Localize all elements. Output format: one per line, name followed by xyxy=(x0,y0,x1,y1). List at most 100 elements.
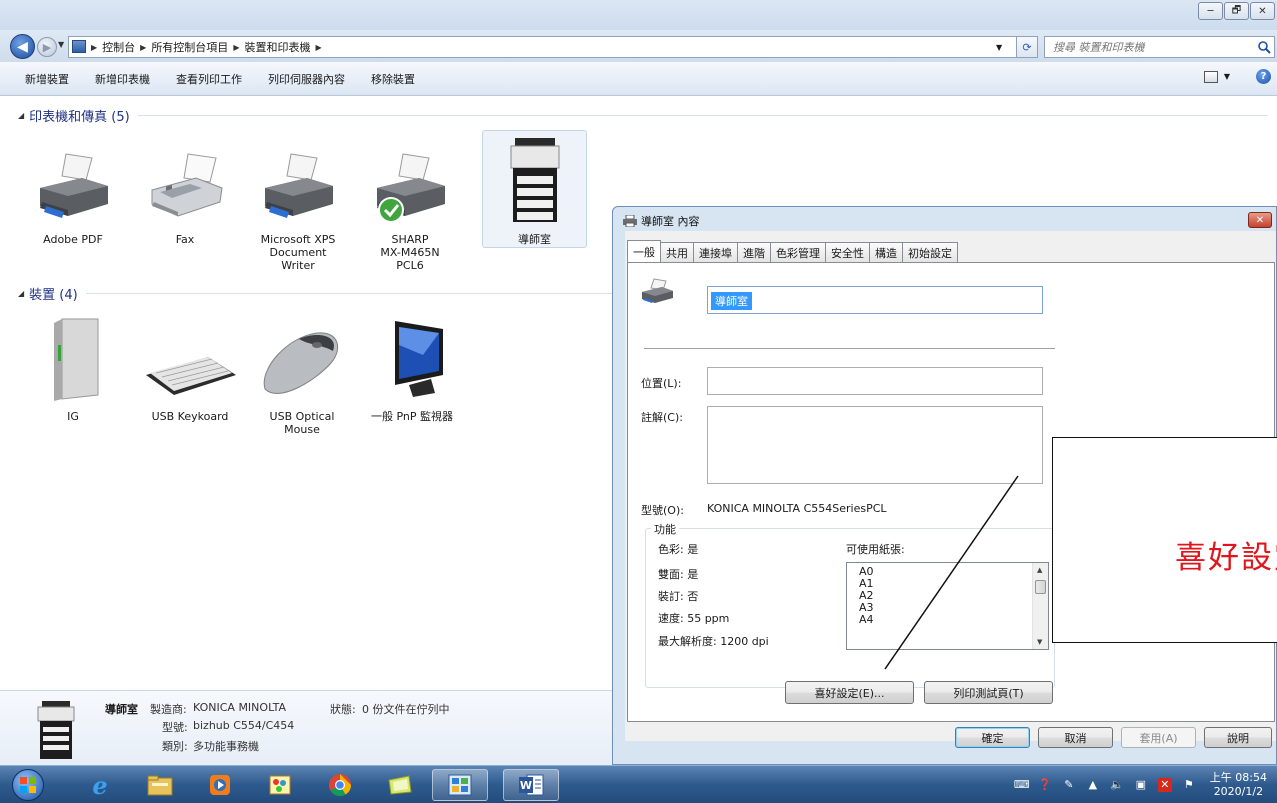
search-icon[interactable] xyxy=(1257,40,1271,54)
network-icon[interactable]: ▣ xyxy=(1134,778,1148,792)
print-server-properties-button[interactable]: 列印伺服器內容 xyxy=(255,71,358,87)
refresh-button[interactable]: ⟳ xyxy=(1016,36,1038,58)
taskbar-file-explorer[interactable] xyxy=(132,769,188,801)
tab-sharing[interactable]: 共用 xyxy=(660,242,694,262)
taskbar-control-panel[interactable] xyxy=(432,769,488,801)
comment-label: 註解(C): xyxy=(641,411,683,424)
apply-button: 套用(A) xyxy=(1121,727,1196,748)
search-input[interactable] xyxy=(1053,40,1243,54)
list-item[interactable]: A1 xyxy=(847,578,1048,590)
breadcrumb-arrow-icon[interactable]: ▶ xyxy=(91,43,97,52)
printer-fax[interactable]: Fax xyxy=(137,152,233,246)
device-label: Writer xyxy=(281,259,315,272)
printer-adobe-pdf[interactable]: Adobe PDF xyxy=(25,152,121,246)
tab-initial-settings[interactable]: 初始設定 xyxy=(902,242,958,262)
volume-icon[interactable]: 🔈 xyxy=(1110,778,1124,792)
help-icon[interactable]: ? xyxy=(1256,69,1271,84)
list-item[interactable]: A4 xyxy=(847,614,1048,626)
action-center-flag-icon[interactable]: ⚑ xyxy=(1182,778,1196,792)
collapse-triangle-icon[interactable]: ◢ xyxy=(18,111,24,120)
printing-preferences-button[interactable]: 喜好設定(E)... xyxy=(785,681,914,704)
minimize-button[interactable]: ─ xyxy=(1198,2,1223,20)
back-button[interactable]: ◀ xyxy=(10,34,35,59)
tab-configuration[interactable]: 構造 xyxy=(869,242,903,262)
taskbar-sticky-folder[interactable] xyxy=(372,769,428,801)
breadcrumb-all-items[interactable]: 所有控制台項目 xyxy=(151,39,228,55)
list-item[interactable]: A0 xyxy=(847,563,1048,578)
dialog-close-button[interactable]: ✕ xyxy=(1248,212,1272,228)
device-ig[interactable]: IG xyxy=(25,315,121,423)
scroll-thumb[interactable] xyxy=(1035,580,1046,594)
printer-name-input[interactable]: 導師室 xyxy=(707,286,1043,314)
breadcrumb-devices-printers[interactable]: 裝置和印表機 xyxy=(244,39,310,55)
address-dropdown[interactable]: ▼ xyxy=(996,43,1002,52)
windows-logo-icon xyxy=(20,777,36,793)
annotation-text: 喜好設定 xyxy=(1175,540,1277,576)
scroll-down-arrow-icon[interactable]: ▼ xyxy=(1037,638,1042,646)
svg-text:W: W xyxy=(520,779,532,792)
device-usb-keyboard[interactable]: USB Keykoard xyxy=(142,315,238,423)
view-dropdown-icon[interactable]: ▼ xyxy=(1224,72,1230,81)
forward-button[interactable]: ▶ xyxy=(37,37,57,57)
breadcrumb-arrow-icon[interactable]: ▶ xyxy=(315,43,321,52)
comment-textarea[interactable] xyxy=(707,406,1043,484)
printer-sharp[interactable]: SHARP MX-M465N PCL6 xyxy=(362,152,458,272)
list-item[interactable]: A3 xyxy=(847,602,1048,614)
breadcrumb-control-panel[interactable]: 控制台 xyxy=(102,39,135,55)
details-manufacturer-label: 製造商: xyxy=(150,703,187,716)
start-button[interactable] xyxy=(12,769,44,801)
taskbar-media-player[interactable] xyxy=(192,769,248,801)
scroll-up-arrow-icon[interactable]: ▲ xyxy=(1037,566,1042,574)
location-input[interactable] xyxy=(707,367,1043,395)
taskbar-internet-explorer[interactable]: e xyxy=(72,769,128,801)
paper-available-label: 可使用紙張: xyxy=(846,543,905,556)
change-view-icon[interactable] xyxy=(1203,70,1218,83)
taskbar-word[interactable]: W xyxy=(503,769,559,801)
paper-size-list[interactable]: A0 A1 A2 A3 A4 ▲ ▼ xyxy=(846,562,1049,650)
print-test-page-button[interactable]: 列印測試頁(T) xyxy=(924,681,1053,704)
feature-resolution: 最大解析度: 1200 dpi xyxy=(658,635,769,648)
clock-time: 上午 08:54 xyxy=(1209,771,1267,784)
window-controls: ─ 🗗 ✕ xyxy=(1198,2,1275,20)
tab-ports[interactable]: 連接埠 xyxy=(693,242,738,262)
add-device-button[interactable]: 新增裝置 xyxy=(12,71,82,87)
recent-pages-dropdown[interactable]: ▼ xyxy=(58,40,64,49)
clock[interactable]: 上午 08:54 2020/1/2 xyxy=(1210,771,1267,799)
device-usb-mouse[interactable]: USB Optical Mouse xyxy=(254,315,350,436)
tab-advanced[interactable]: 進階 xyxy=(737,242,771,262)
printer-mentor-room[interactable]: 導師室 xyxy=(482,130,587,248)
ok-button[interactable]: 確定 xyxy=(955,727,1030,748)
see-print-jobs-button[interactable]: 查看列印工作 xyxy=(163,71,255,87)
restore-button[interactable]: 🗗 xyxy=(1224,2,1249,20)
breadcrumb-arrow-icon[interactable]: ▶ xyxy=(233,43,239,52)
printer-icon xyxy=(265,153,333,218)
details-status: 0 份文件在佇列中 xyxy=(362,703,450,716)
cancel-button[interactable]: 取消 xyxy=(1038,727,1113,748)
remove-device-button[interactable]: 移除裝置 xyxy=(358,71,428,87)
collapse-triangle-icon[interactable]: ◢ xyxy=(18,289,24,298)
taskbar-chrome[interactable] xyxy=(312,769,368,801)
acrobat-icon[interactable]: ✕ xyxy=(1157,778,1172,792)
tab-security[interactable]: 安全性 xyxy=(825,242,870,262)
list-item[interactable]: A2 xyxy=(847,590,1048,602)
title-bar: ─ 🗗 ✕ xyxy=(0,0,1277,30)
paper-list-scrollbar[interactable]: ▲ ▼ xyxy=(1032,563,1048,649)
keyboard-icon[interactable]: ⌨ xyxy=(1014,778,1030,792)
taskbar-paint[interactable] xyxy=(252,769,308,801)
close-button[interactable]: ✕ xyxy=(1250,2,1275,20)
pen-icon[interactable]: ✎ xyxy=(1062,778,1076,792)
help-icon[interactable]: ❓ xyxy=(1038,778,1052,792)
keyboard-icon xyxy=(146,357,236,395)
help-button[interactable]: 說明 xyxy=(1204,727,1272,748)
system-tray: ⌨ ❓ ✎ ▲ 🔈 ▣ ✕ ⚑ 上午 08:54 2020/1/2 xyxy=(1014,768,1267,802)
show-hidden-icons-icon[interactable]: ▲ xyxy=(1086,778,1100,792)
printer-microsoft-xps[interactable]: Microsoft XPS Document Writer xyxy=(250,152,346,272)
device-pnp-monitor[interactable]: 一般 PnP 監視器 xyxy=(364,315,460,423)
printers-group-header[interactable]: ◢ 印表機和傳真 (5) xyxy=(18,106,1268,125)
tab-general[interactable]: 一般 xyxy=(627,240,661,262)
tab-color-management[interactable]: 色彩管理 xyxy=(770,242,826,262)
address-bar[interactable]: ▶ 控制台 ▶ 所有控制台項目 ▶ 裝置和印表機 ▶ xyxy=(68,36,1018,58)
breadcrumb-arrow-icon[interactable]: ▶ xyxy=(140,43,146,52)
taskbar: e W ⌨ ❓ ✎ ▲ 🔈 ▣ ✕ ⚑ 上午 08:54 2020/1/2 xyxy=(0,765,1277,803)
add-printer-button[interactable]: 新增印表機 xyxy=(82,71,163,87)
